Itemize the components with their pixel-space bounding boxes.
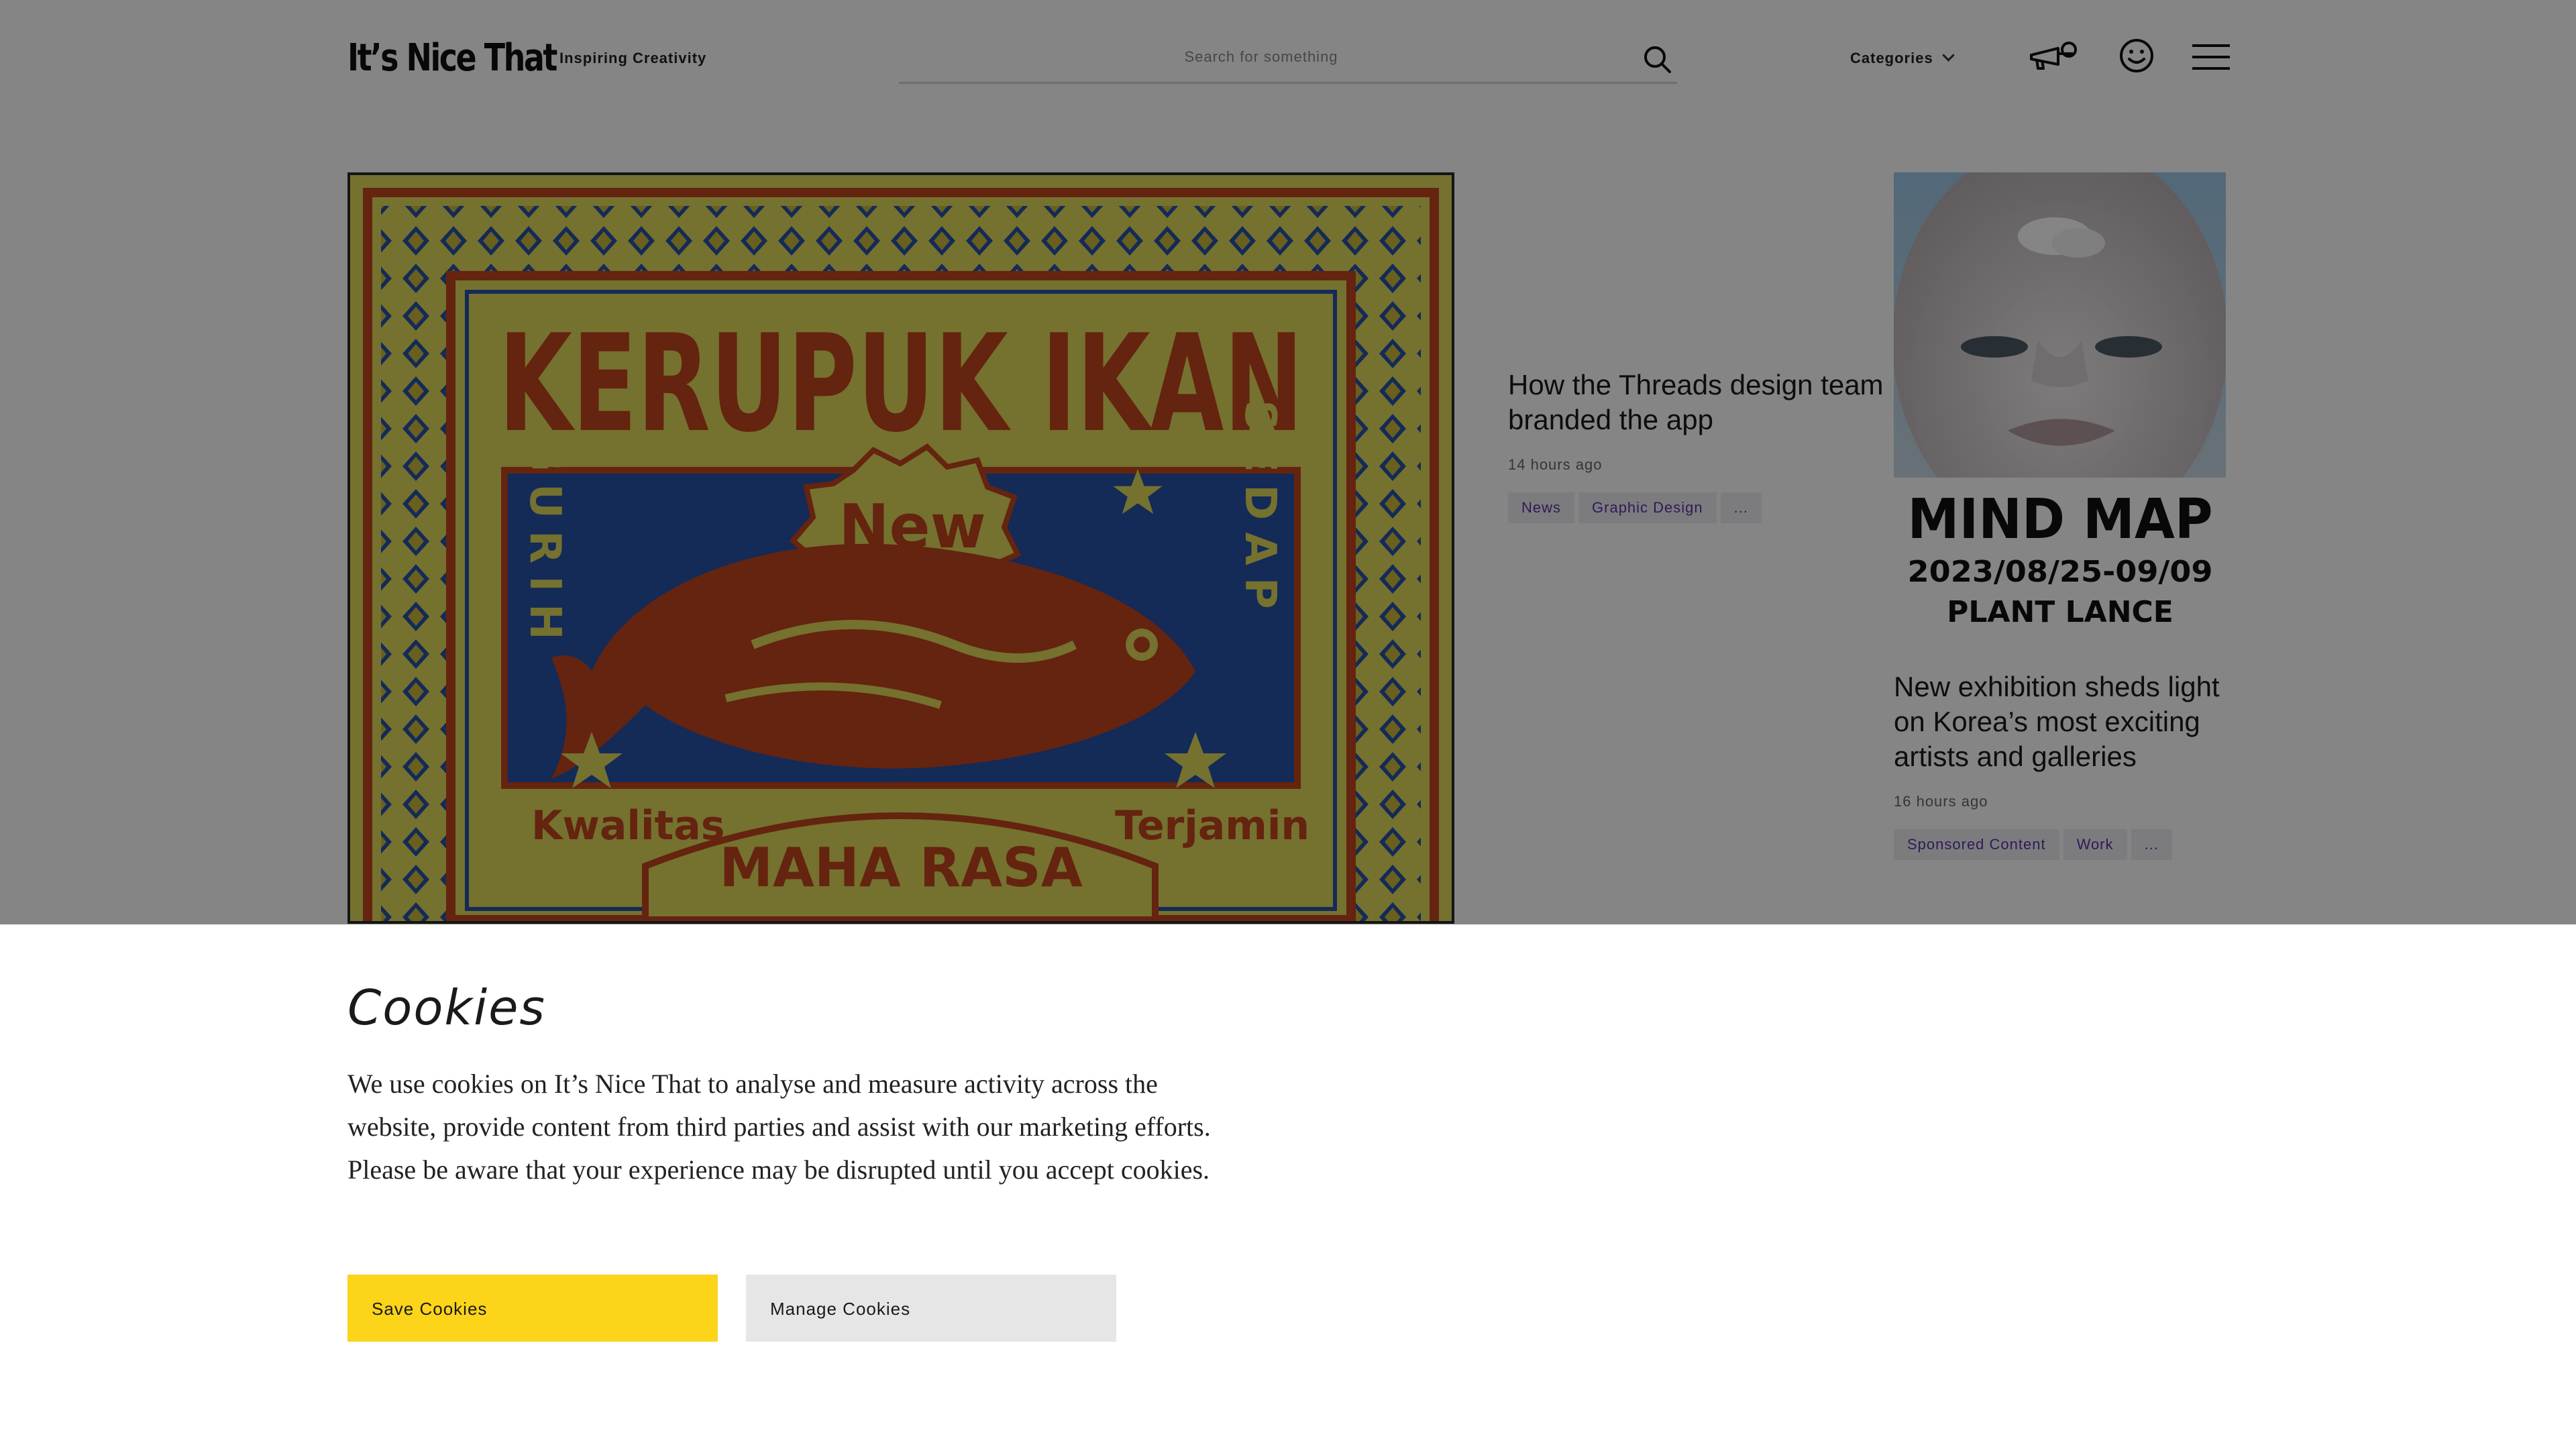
save-cookies-button[interactable]: Save Cookies <box>347 1275 718 1342</box>
cookie-description: We use cookies on It’s Nice That to anal… <box>347 1069 1211 1185</box>
cookie-banner: Cookies We use cookies on It’s Nice That… <box>0 924 2576 1449</box>
modal-overlay <box>0 0 2576 924</box>
manage-cookies-button[interactable]: Manage Cookies <box>746 1275 1116 1342</box>
cookie-title: Cookies <box>347 979 546 1036</box>
page: It’s Nice That Inspiring Creativity Cate… <box>0 0 2576 1449</box>
